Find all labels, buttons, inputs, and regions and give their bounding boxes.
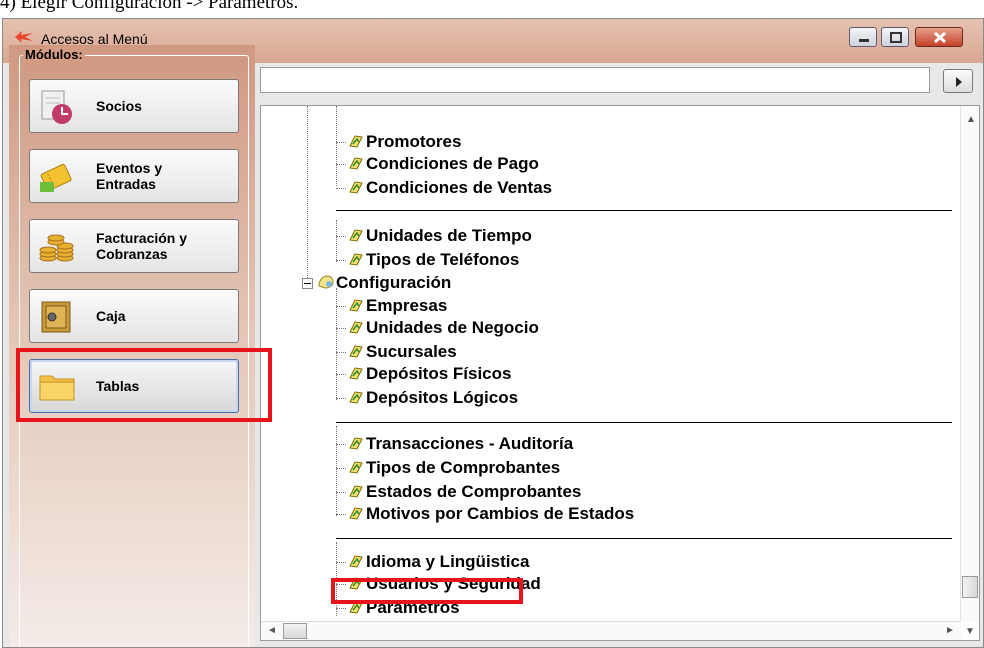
tree-item-transacciones-auditoria[interactable]: Transacciones - Auditoría	[347, 434, 573, 454]
tree-item-depositos-fisicos[interactable]: Depósitos Físicos	[347, 364, 511, 384]
caja-label: Caja	[96, 308, 126, 324]
modules-label: Módulos:	[23, 47, 85, 62]
tree-item-icon	[347, 553, 365, 569]
facturacion-cobranzas-button[interactable]: Facturación y Cobranzas	[29, 219, 239, 273]
calendar-icon	[41, 90, 72, 124]
tree-item-label: Idioma y Lingüistica	[366, 552, 530, 571]
scroll-left-icon[interactable]: ◄	[267, 625, 277, 636]
facturacion-label-line2: Cobranzas	[96, 246, 168, 262]
socios-label: Socios	[96, 98, 142, 114]
path-input[interactable]	[260, 67, 930, 93]
tree-item-label: Promotores	[366, 132, 462, 151]
minimize-icon	[859, 39, 869, 42]
safe-icon	[41, 301, 71, 333]
tree-item-empresas[interactable]: Empresas	[347, 296, 447, 316]
go-button[interactable]	[943, 69, 973, 93]
caja-button[interactable]: Caja	[29, 289, 239, 343]
tree-item-estados-comprobantes[interactable]: Estados de Comprobantes	[347, 482, 581, 502]
tree-item-label: Empresas	[366, 296, 448, 315]
tree-item-condiciones-pago[interactable]: Condiciones de Pago	[347, 154, 539, 174]
tree-item-label: Estados de Comprobantes	[366, 482, 582, 501]
tree-item-icon	[347, 389, 365, 405]
tree-item-condiciones-ventas[interactable]: Condiciones de Ventas	[347, 178, 552, 198]
tree-item-promotores[interactable]: Promotores	[347, 132, 461, 152]
highlight-tablas	[16, 348, 272, 422]
tree-item-label: Condiciones de Ventas	[366, 178, 553, 197]
tree-item-icon	[347, 319, 365, 335]
coins-icon	[39, 234, 74, 262]
menu-tree: Promotores Condiciones de Pago Condicion…	[260, 105, 980, 641]
tree-item-label: Condiciones de Pago	[366, 154, 539, 173]
tree-item-icon	[347, 133, 365, 149]
tree-item-icon	[347, 365, 365, 381]
scroll-right-icon[interactable]: ►	[945, 625, 955, 636]
tree-item-icon	[347, 251, 365, 267]
scroll-up-icon[interactable]: ▲	[966, 114, 976, 125]
tree-item-motivos-cambios-estados[interactable]: Motivos por Cambios de Estados	[347, 504, 634, 524]
tree-item-label: Tipos de Comprobantes	[366, 458, 561, 477]
tree-item-unidades-negocio[interactable]: Unidades de Negocio	[347, 318, 539, 338]
tree-item-sucursales[interactable]: Sucursales	[347, 342, 457, 362]
tree-item-label: Sucursales	[366, 342, 457, 361]
maximize-icon	[890, 32, 902, 43]
tree-item-idioma-linguistica[interactable]: Idioma y Lingüistica	[347, 552, 529, 572]
tree-item-label: Configuración	[336, 273, 452, 292]
go-arrow-icon	[956, 77, 962, 87]
instruction-caption: 4) Elegir Configuración -> Parámetros.	[0, 0, 299, 13]
eventos-entradas-button[interactable]: Eventos y Entradas	[29, 149, 239, 203]
close-button[interactable]	[915, 27, 963, 47]
tree-item-label: Tipos de Teléfonos	[366, 250, 520, 269]
tree-item-icon	[347, 179, 365, 195]
maximize-button[interactable]	[881, 27, 909, 47]
scroll-down-icon[interactable]: ▼	[965, 626, 975, 637]
configuration-icon	[317, 274, 335, 290]
highlight-parametros	[331, 578, 523, 604]
tree-item-icon	[347, 343, 365, 359]
tree-vertical-scrollbar[interactable]: ▲	[960, 106, 979, 622]
tree-item-label: Transacciones - Auditoría	[366, 434, 574, 453]
tree-item-icon	[347, 435, 365, 451]
tree-item-label: Motivos por Cambios de Estados	[366, 504, 635, 523]
configuracion-collapse-toggle[interactable]	[302, 278, 313, 289]
eventos-label-line2: Entradas	[96, 176, 156, 192]
ticket-icon	[40, 163, 72, 192]
tree-item-icon	[347, 505, 365, 521]
tree-item-label: Depósitos Lógicos	[366, 388, 519, 407]
tree-item-label: Unidades de Tiempo	[366, 226, 532, 245]
app-icon	[15, 31, 33, 43]
tree-item-tipos-telefonos[interactable]: Tipos de Teléfonos	[347, 250, 519, 270]
tree-item-configuracion[interactable]: Configuración	[317, 273, 451, 293]
tree-item-icon	[347, 155, 365, 171]
tree-item-icon	[347, 297, 365, 313]
facturacion-label-line1: Facturación y	[96, 230, 188, 246]
tree-item-icon	[347, 459, 365, 475]
tree-item-unidades-tiempo[interactable]: Unidades de Tiempo	[347, 226, 532, 246]
tree-item-icon	[347, 227, 365, 243]
tree-horizontal-scrollbar[interactable]: ◄ ►	[261, 621, 961, 640]
tree-item-tipos-comprobantes[interactable]: Tipos de Comprobantes	[347, 458, 560, 478]
close-icon	[933, 31, 947, 44]
tree-item-label: Depósitos Físicos	[366, 364, 512, 383]
eventos-label-line1: Eventos y	[96, 160, 163, 176]
socios-button[interactable]: Socios	[29, 79, 239, 133]
menu-window: Accesos al Menú Módulos: Socios Eventos …	[2, 18, 984, 648]
vertical-scroll-thumb[interactable]	[962, 576, 978, 598]
horizontal-scroll-thumb[interactable]	[283, 623, 307, 639]
tree-item-label: Unidades de Negocio	[366, 318, 539, 337]
tree-item-depositos-logicos[interactable]: Depósitos Lógicos	[347, 388, 518, 408]
modules-panel: Módulos: Socios Eventos y Entradas Factu…	[9, 45, 255, 647]
minimize-button[interactable]	[849, 27, 877, 47]
tree-item-icon	[347, 483, 365, 499]
